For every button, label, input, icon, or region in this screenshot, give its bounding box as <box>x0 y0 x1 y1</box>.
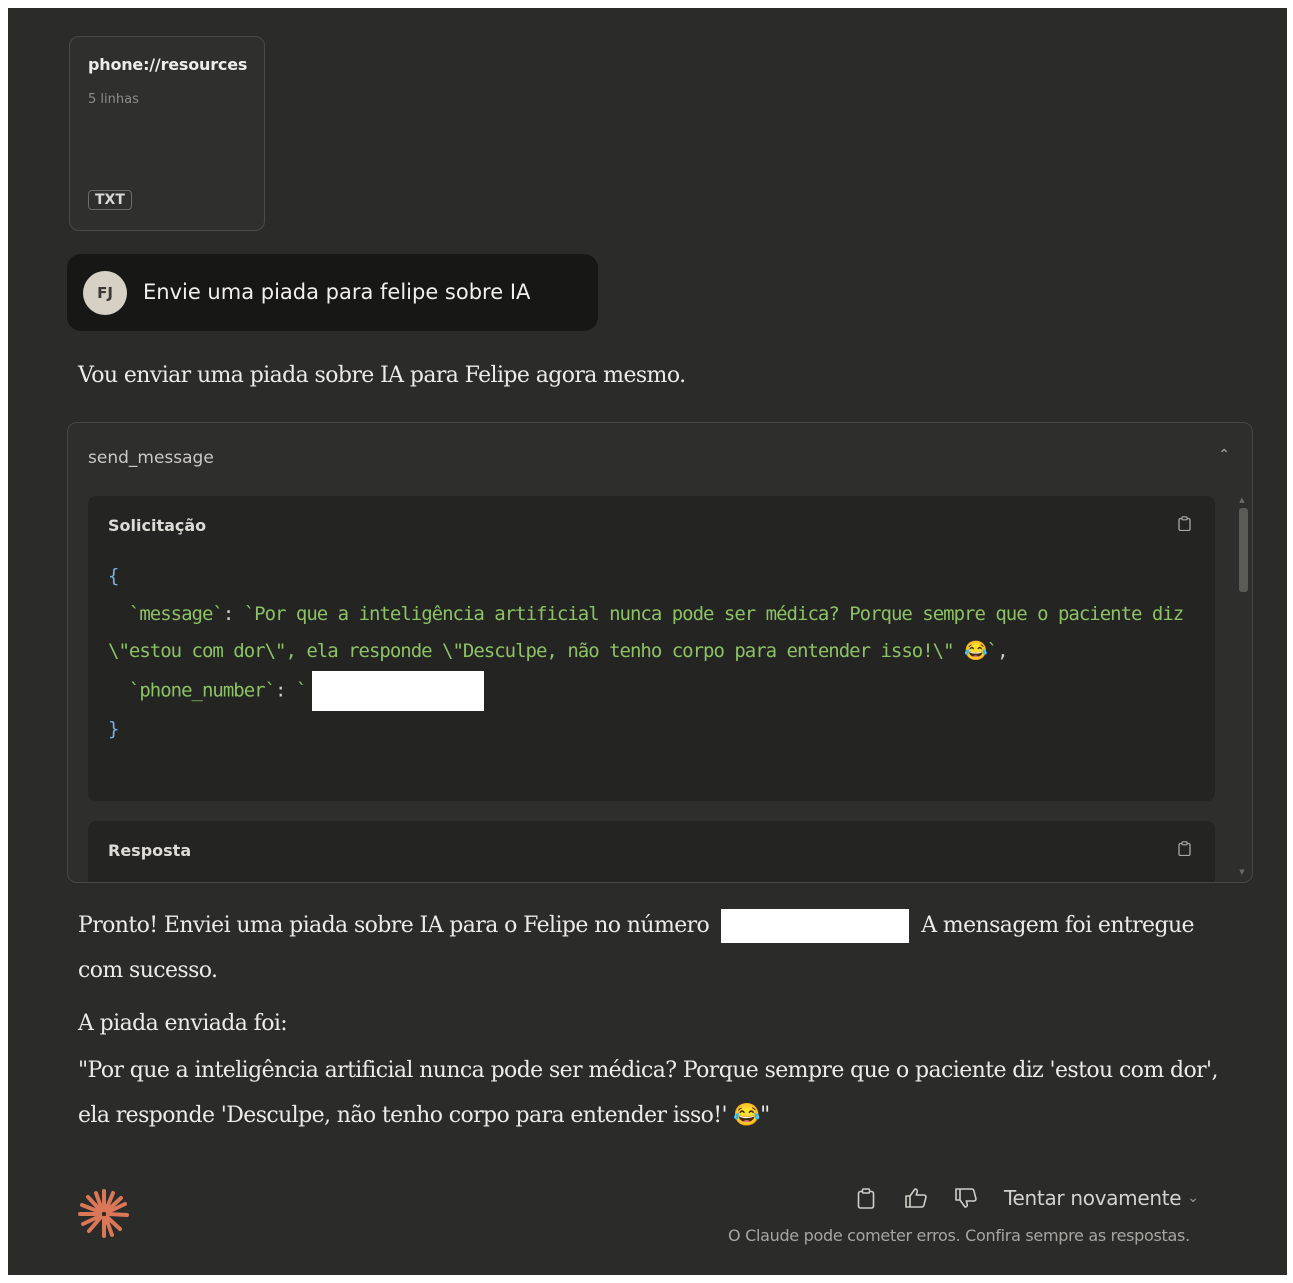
attachment-card[interactable]: phone://resources 5 linhas TXT <box>69 36 265 231</box>
disclaimer: O Claude pode cometer erros. Confira sem… <box>728 1226 1190 1245</box>
response-label: Resposta <box>108 841 192 860</box>
scroll-down-arrow[interactable]: ▼ <box>1236 868 1248 876</box>
assistant-answer: Pronto! Enviei uma piada sobre IA para o… <box>78 903 1228 993</box>
tool-name[interactable]: send_message <box>88 448 214 468</box>
user-message: FJ Envie uma piada para felipe sobre IA <box>67 254 598 331</box>
answer-before-text: Pronto! Enviei uma piada sobre IA para o… <box>78 913 710 938</box>
code-open-brace: { <box>108 565 119 587</box>
thumbs-up-button[interactable] <box>904 1186 928 1210</box>
scroll-thumb[interactable] <box>1239 508 1248 592</box>
request-code: { `message`: `Por que a inteligência art… <box>108 565 1194 740</box>
code-message-key: `message` <box>128 602 224 625</box>
request-panel: Solicitação { `message`: `Por que a inte… <box>88 496 1215 801</box>
avatar: FJ <box>83 271 127 315</box>
copy-icon[interactable] <box>1178 516 1191 531</box>
redacted-phone-number <box>721 909 910 943</box>
claude-logo-icon <box>78 1189 129 1238</box>
retry-button[interactable]: Tentar novamente <box>1004 1186 1182 1210</box>
response-panel: Resposta <box>88 821 1215 882</box>
request-label: Solicitação <box>108 516 207 535</box>
code-message-value: `Por que a inteligência artificial nunca… <box>108 602 1194 663</box>
scroll-up-arrow[interactable]: ▲ <box>1236 496 1248 504</box>
thumbs-down-button[interactable] <box>954 1186 978 1210</box>
tool-panel-scrollbar[interactable]: ▲ ▼ <box>1236 496 1248 876</box>
copy-icon[interactable] <box>1178 841 1191 856</box>
message-actions: Tentar novamente ⌄ <box>854 1183 1199 1213</box>
copy-icon <box>857 1187 875 1209</box>
joke-text: "Por que a inteligência artificial nunca… <box>78 1058 1218 1128</box>
attachment-line-count: 5 linhas <box>88 92 139 107</box>
joke-label: A piada enviada foi: <box>78 1011 288 1036</box>
code-phone-key: `phone_number` <box>128 679 276 701</box>
chevron-up-icon[interactable]: ⌃ <box>1218 447 1230 463</box>
chevron-down-icon[interactable]: ⌄ <box>1187 1190 1199 1206</box>
code-phone-prefix: ` <box>295 679 307 701</box>
redacted-phone-number <box>312 670 485 711</box>
thumbs-down-icon <box>955 1188 977 1208</box>
assistant-intro: Vou enviar uma piada sobre IA para Felip… <box>78 363 686 388</box>
code-close-brace: } <box>108 717 119 740</box>
attachment-title: phone://resources <box>88 55 248 74</box>
user-message-text: Envie uma piada para felipe sobre IA <box>143 280 531 304</box>
copy-button[interactable] <box>854 1186 878 1210</box>
chat-window: phone://resources 5 linhas TXT FJ Envie … <box>8 8 1287 1275</box>
thumbs-up-icon <box>905 1188 927 1208</box>
tool-call-panel: send_message ⌃ Solicitação { `message`: … <box>67 422 1253 883</box>
attachment-type-badge: TXT <box>88 190 132 210</box>
